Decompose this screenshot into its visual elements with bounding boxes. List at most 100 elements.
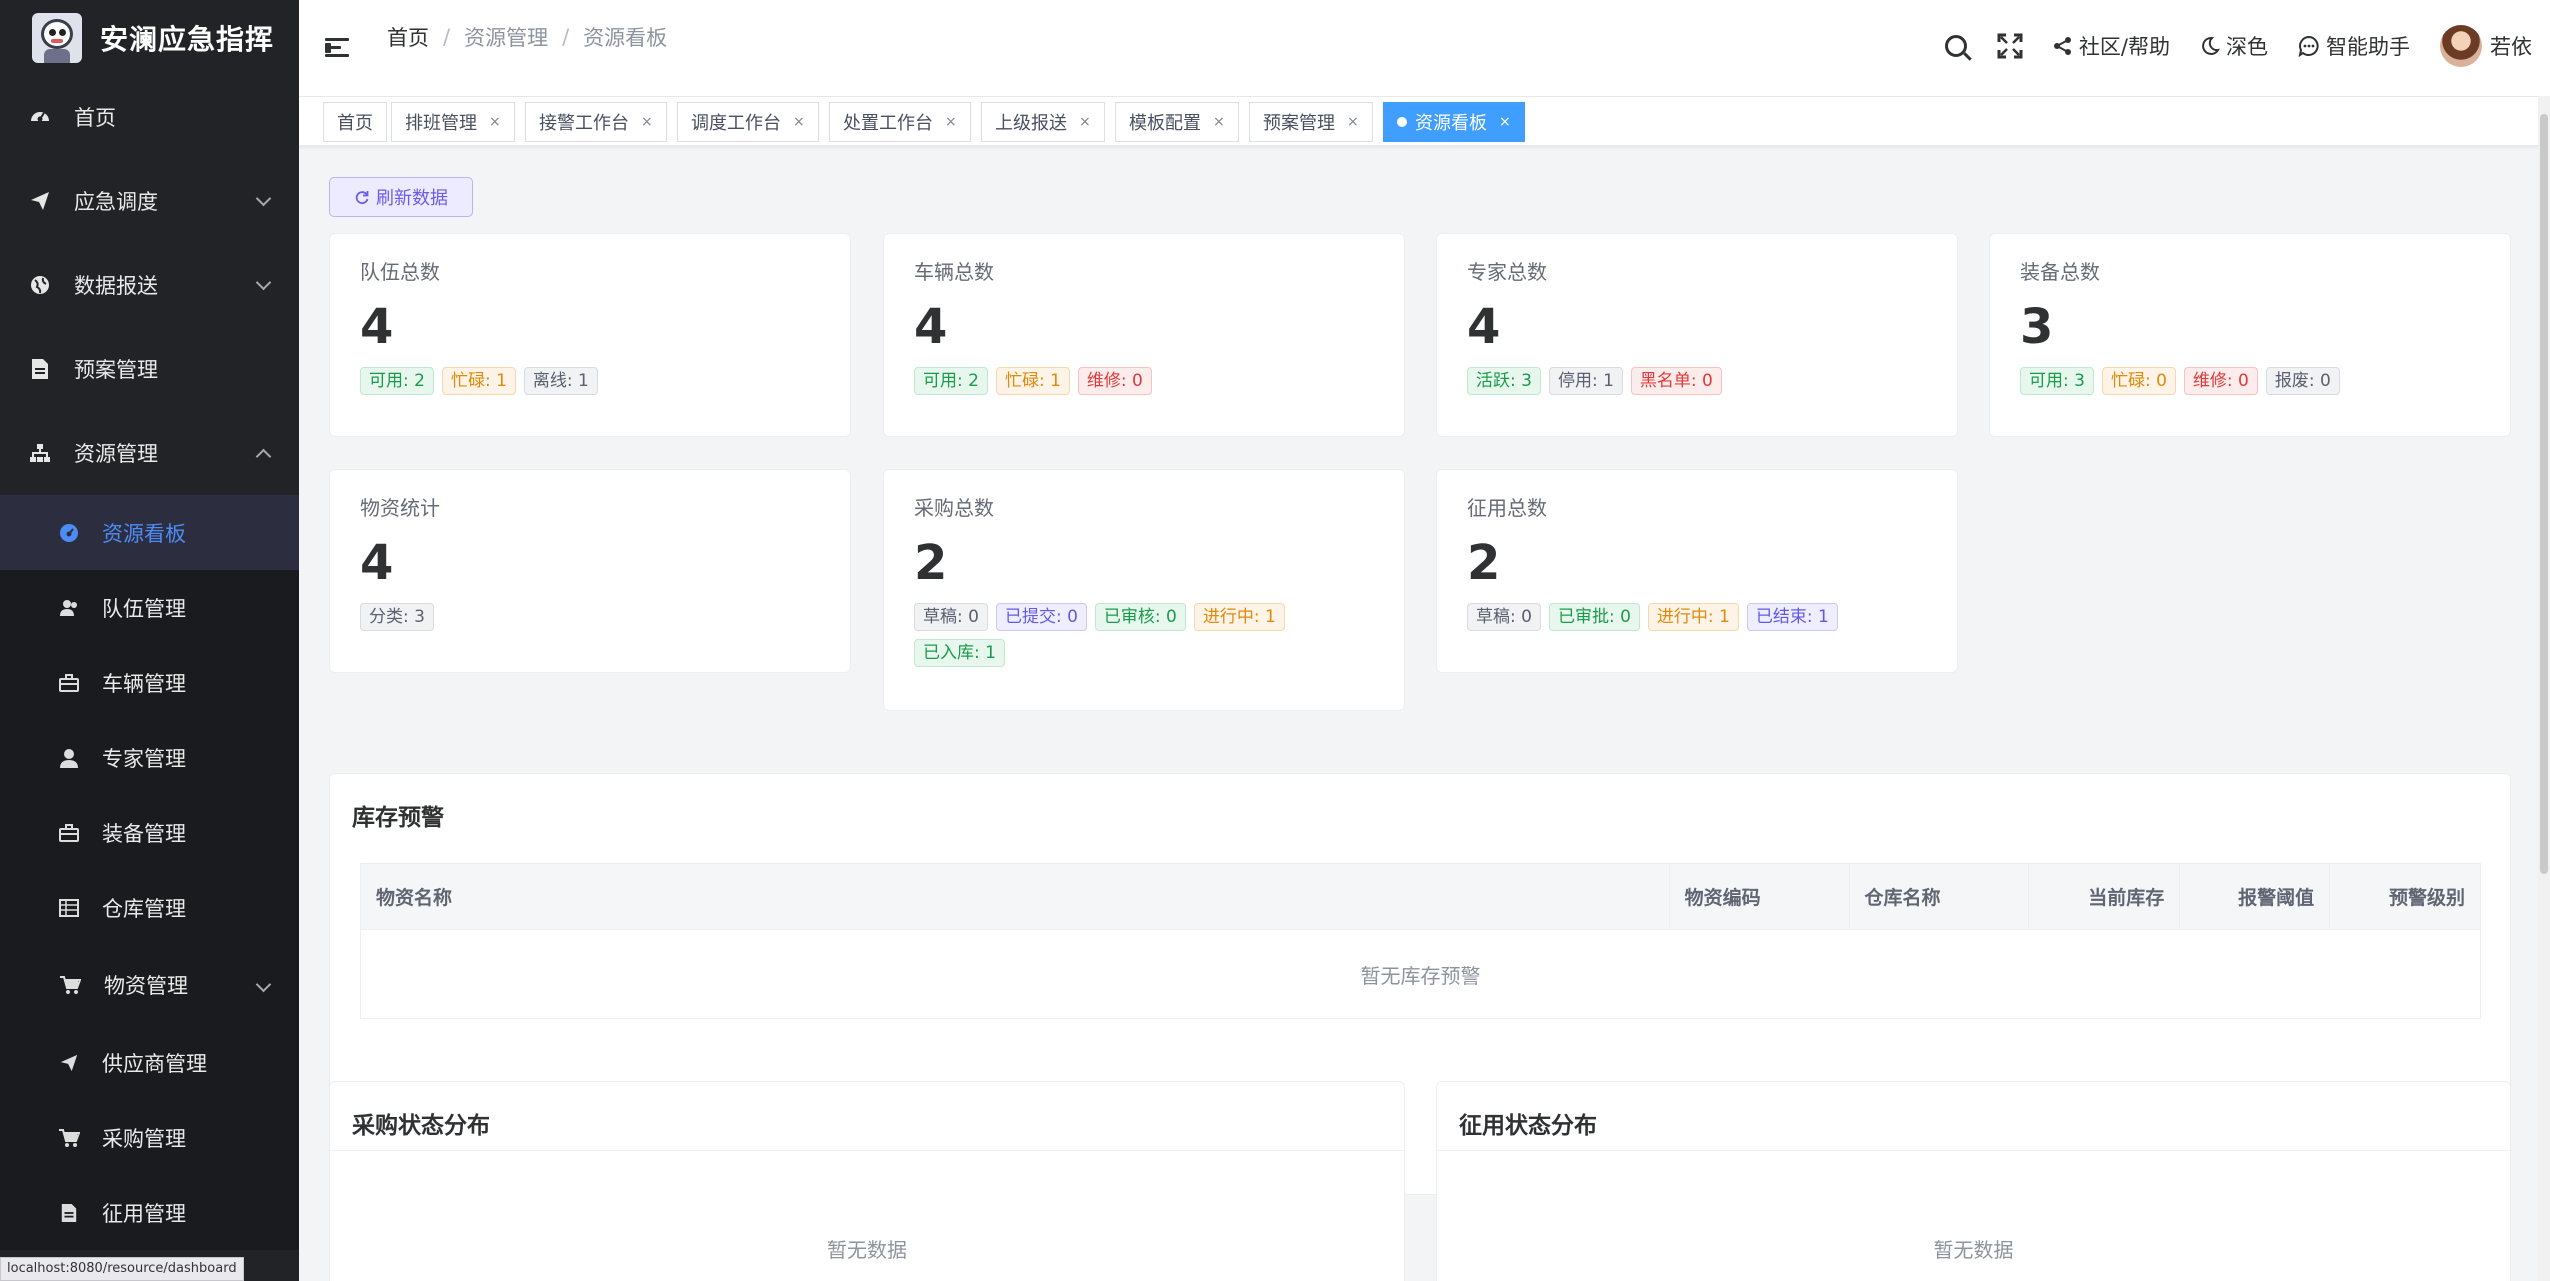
scrollbar-thumb[interactable] [2540,114,2548,874]
close-icon[interactable]: × [1347,114,1359,130]
sidebar-item-requisition-management[interactable]: 征用管理 [0,1175,299,1250]
status-badge: 维修: 0 [2183,367,2258,395]
stat-card-vehicles: 车辆总数 4 可用: 2 忙碌: 1 维修: 0 [883,233,1405,437]
status-badge: 可用: 2 [360,367,434,395]
user-menu[interactable]: 若依 [2440,25,2550,67]
close-icon[interactable]: × [1079,114,1091,130]
stat-card-equipment: 装备总数 3 可用: 3 忙碌: 0 维修: 0 报废: 0 [1989,233,2511,437]
column-header[interactable]: 物资编码 [1670,864,1850,929]
document-icon [28,357,52,381]
sidebar-item-purchase-management[interactable]: 采购管理 [0,1100,299,1175]
chevron-down-icon [255,976,272,993]
tab-label: 处置工作台 [843,113,933,134]
sidebar-item-expert-management[interactable]: 专家管理 [0,720,299,795]
tab-home[interactable]: 首页 [323,102,387,142]
close-icon[interactable]: × [793,114,805,130]
breadcrumb-home[interactable]: 首页 [387,22,429,52]
status-badge: 已审批: 0 [1548,603,1640,631]
sidebar-item-equipment-management[interactable]: 装备管理 [0,795,299,870]
assistant-label: 智能助手 [2326,35,2410,59]
brand[interactable]: 安澜应急指挥 [0,0,299,75]
fullscreen-button[interactable] [1997,33,2023,59]
share-icon [2053,37,2071,55]
sidebar-item-label: 装备管理 [102,821,186,846]
column-header[interactable]: 仓库名称 [1850,864,2030,929]
refresh-data-button[interactable]: 刷新数据 [329,177,473,217]
status-badge: 停用: 1 [1548,367,1623,395]
search-icon [1944,35,1967,57]
status-chips: 可用: 2 忙碌: 1 维修: 0 [914,367,1374,403]
column-header[interactable]: 预警级别 [2330,864,2480,929]
close-icon[interactable]: × [641,114,653,130]
search-button[interactable] [1944,35,1967,57]
menu-toggle-icon[interactable] [325,38,349,58]
tab-superior-report[interactable]: 上级报送 × [981,102,1105,142]
tab-label: 接警工作台 [539,113,629,134]
tab-label: 首页 [337,113,373,134]
assistant-button[interactable]: 智能助手 [2298,31,2410,61]
sidebar-item-warehouse-management[interactable]: 仓库管理 [0,870,299,945]
cart-icon [58,973,82,997]
column-header[interactable]: 当前库存 [2029,864,2181,929]
status-badge: 可用: 3 [2020,367,2094,395]
page-scrollbar[interactable] [2538,96,2550,1281]
close-icon[interactable]: × [945,114,957,130]
close-icon[interactable]: × [489,114,501,130]
stat-card-requisitions: 征用总数 2 草稿: 0 已审批: 0 进行中: 1 已结束: 1 [1436,469,1958,673]
theme-label: 深色 [2226,35,2268,59]
status-badge: 活跃: 3 [1467,367,1541,395]
sidebar-item-home[interactable]: 首页 [0,75,299,159]
moon-icon [2202,36,2220,55]
top-header: 首页 / 资源管理 / 资源看板 社区/帮助 深色 智能助手 若依 [299,0,2550,96]
team-icon [58,597,80,619]
breadcrumb: 首页 / 资源管理 / 资源看板 [387,22,667,52]
status-chips: 草稿: 0 已审批: 0 进行中: 1 已结束: 1 [1467,603,1927,639]
tab-alarm-workbench[interactable]: 接警工作台 × [525,102,667,142]
column-header[interactable]: 报警阈值 [2180,864,2331,929]
briefcase-icon [58,822,80,844]
community-help-link[interactable]: 社区/帮助 [2053,31,2170,61]
community-help-label: 社区/帮助 [2078,35,2170,59]
tab-handling-workbench[interactable]: 处置工作台 × [829,102,971,142]
status-badge: 草稿: 0 [1467,603,1541,631]
theme-toggle-button[interactable]: 深色 [2200,31,2268,61]
stat-card-experts: 专家总数 4 活跃: 3 停用: 1 黑名单: 0 [1436,233,1958,437]
cart-icon [58,1127,80,1149]
tab-shift-management[interactable]: 排班管理 × [391,102,515,142]
close-icon[interactable]: × [1213,114,1225,130]
close-icon[interactable]: × [1499,114,1511,130]
sidebar-item-supplier-management[interactable]: 供应商管理 [0,1025,299,1100]
sidebar-item-material-management[interactable]: 物资管理 [0,945,299,1025]
sidebar-item-emergency-dispatch[interactable]: 应急调度 [0,159,299,243]
sidebar-item-plan-management[interactable]: 预案管理 [0,327,299,411]
column-header[interactable]: 物资名称 [361,864,1670,929]
status-chips: 分类: 3 [360,603,820,639]
sidebar-item-resource-management[interactable]: 资源管理 [0,411,299,495]
breadcrumb-resource: 资源管理 [464,26,549,50]
sidebar-item-vehicle-management[interactable]: 车辆管理 [0,645,299,720]
sitemap-icon [28,441,52,465]
tab-template-config[interactable]: 模板配置 × [1115,102,1239,142]
status-badge: 报废: 0 [2265,367,2340,395]
card-value: 4 [360,535,394,591]
card-title: 装备总数 [2020,260,2100,284]
tab-dispatch-workbench[interactable]: 调度工作台 × [677,102,819,142]
breadcrumb-current: 资源看板 [583,26,668,50]
requisition-status-panel: 征用状态分布 暂无数据 [1436,1081,2511,1281]
tab-resource-dashboard[interactable]: 资源看板 × [1383,102,1525,142]
status-badge: 进行中: 1 [1647,603,1739,631]
empty-state: 暂无数据 [1933,1238,2014,1262]
sidebar-item-resource-dashboard[interactable]: 资源看板 [0,495,299,570]
status-badge: 已审核: 0 [1094,603,1186,631]
main-content: 刷新数据 队伍总数 4 可用: 2 忙碌: 1 离线: 1 车辆总数 4 可用:… [299,147,2550,1281]
status-badge: 离线: 1 [523,367,598,395]
sidebar-item-data-report[interactable]: 数据报送 [0,243,299,327]
sidebar-item-label: 数据报送 [74,274,158,298]
sidebar-item-team-management[interactable]: 队伍管理 [0,570,299,645]
status-badge: 黑名单: 0 [1630,367,1722,395]
tab-plan-management[interactable]: 预案管理 × [1249,102,1373,142]
status-badge: 已提交: 0 [995,603,1087,631]
table-header: 物资名称 物资编码 仓库名称 当前库存 报警阈值 预警级别 [361,864,2480,930]
card-value: 4 [360,299,394,355]
gauge-icon [58,522,80,544]
